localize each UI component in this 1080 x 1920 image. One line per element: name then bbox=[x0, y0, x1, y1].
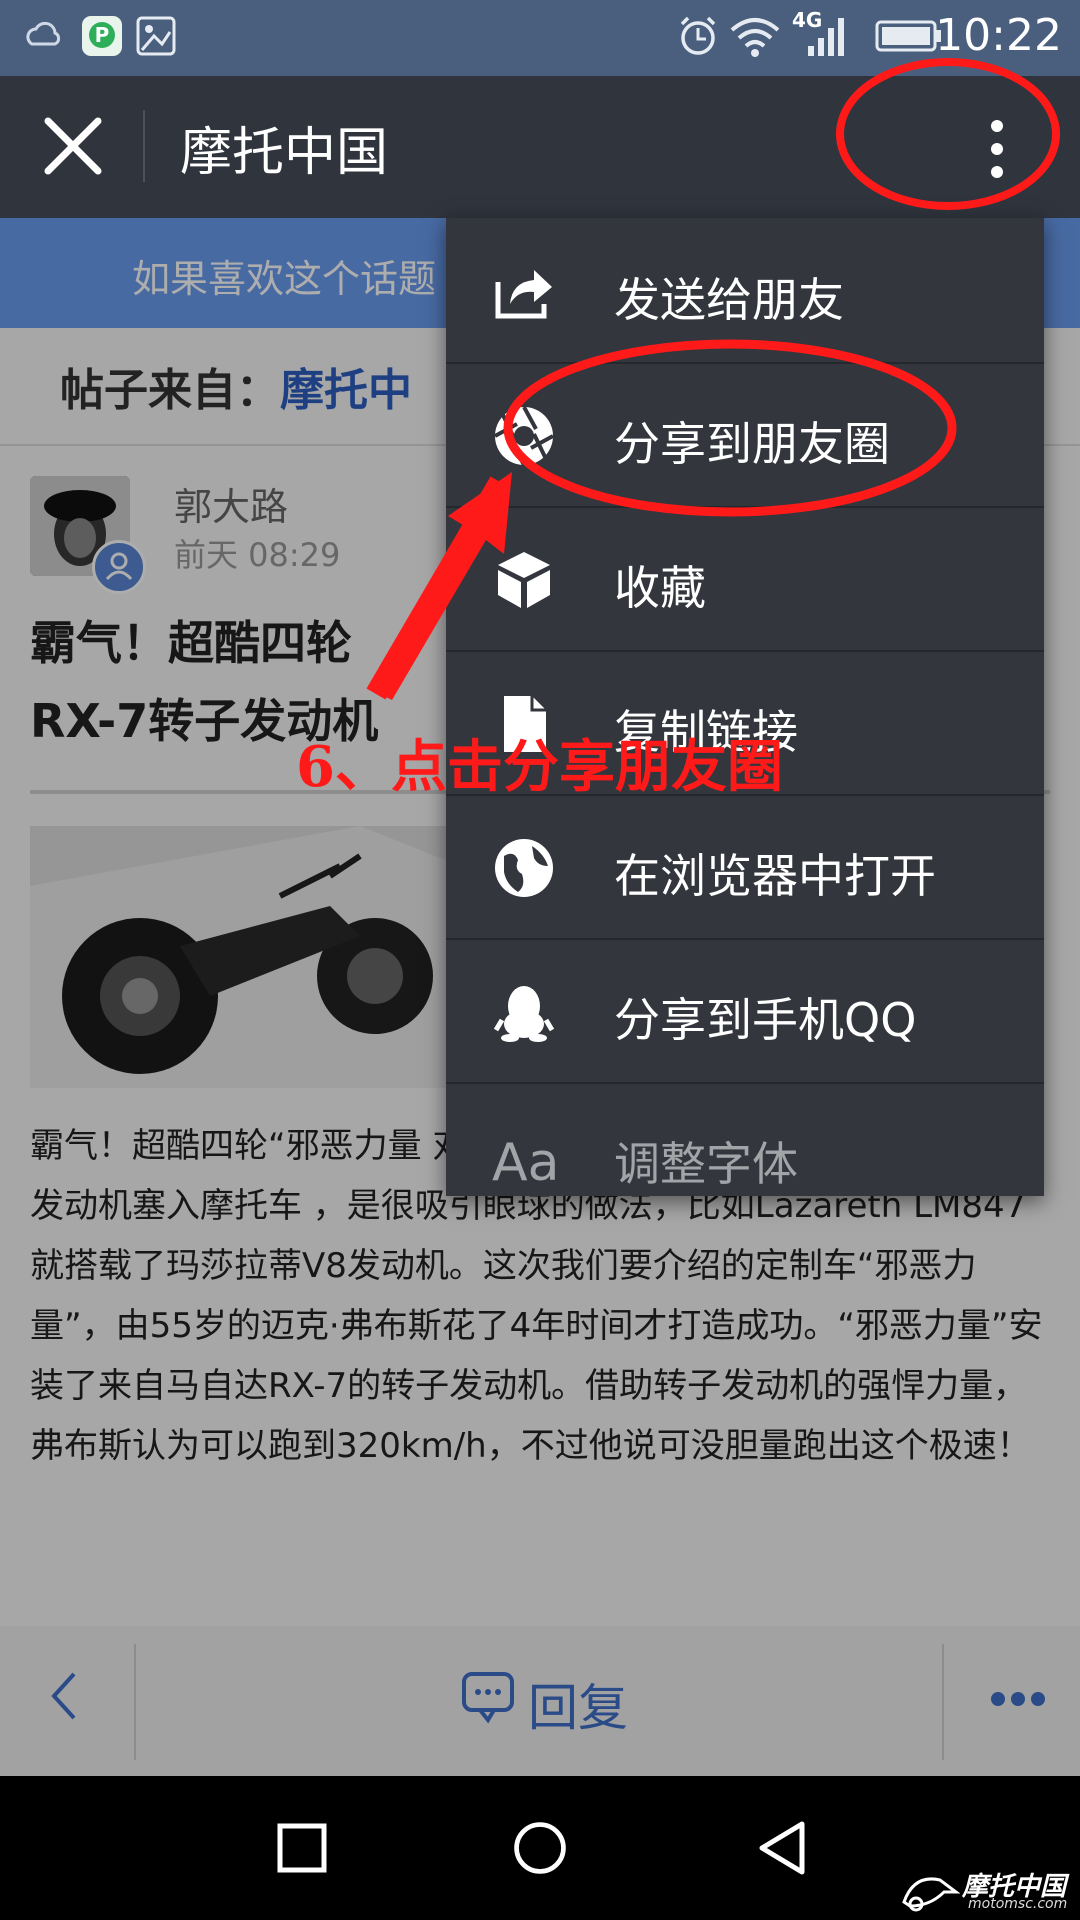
back-icon[interactable] bbox=[752, 1818, 812, 1878]
menu-item-favorite[interactable]: 收藏 bbox=[446, 506, 1044, 652]
svg-text:Aa: Aa bbox=[492, 1133, 559, 1188]
menu-item-send-to-friend[interactable]: 发送给朋友 bbox=[446, 218, 1044, 364]
menu-item-share-moments[interactable]: 分享到朋友圈 bbox=[446, 362, 1044, 508]
menu-item-label: 在浏览器中打开 bbox=[614, 849, 936, 903]
image-icon bbox=[136, 16, 176, 56]
qq-penguin-icon bbox=[493, 986, 555, 1042]
watermark-logo-icon bbox=[902, 1877, 960, 1912]
moments-shutter-icon bbox=[494, 406, 554, 466]
title-divider bbox=[143, 110, 145, 182]
signal-icon bbox=[808, 18, 844, 56]
menu-item-label: 收藏 bbox=[614, 561, 706, 615]
svg-text:P: P bbox=[95, 23, 110, 47]
home-icon[interactable] bbox=[508, 1818, 572, 1878]
status-time: 10:22 bbox=[935, 10, 1062, 61]
globe-icon bbox=[495, 839, 553, 897]
alarm-icon bbox=[680, 16, 716, 55]
annotation-text: 6、点击分享朋友圈 bbox=[296, 734, 783, 800]
close-icon[interactable] bbox=[40, 113, 106, 179]
share-forward-icon bbox=[495, 270, 552, 319]
share-menu: 发送给朋友 分享到朋友圈 收藏 复制链接 在浏览器中打开 分享到手机QQ Aa … bbox=[446, 218, 1044, 1196]
recent-apps-icon[interactable] bbox=[272, 1818, 332, 1878]
title-bar bbox=[0, 76, 1080, 218]
menu-item-label: 分享到朋友圈 bbox=[614, 417, 890, 471]
battery-icon bbox=[875, 20, 941, 52]
more-menu-icon[interactable] bbox=[974, 118, 1020, 180]
watermark-url: motomsc.com bbox=[968, 1896, 1068, 1912]
menu-item-open-browser[interactable]: 在浏览器中打开 bbox=[446, 794, 1044, 940]
font-aa-icon: Aa bbox=[492, 1133, 559, 1188]
menu-item-share-qq[interactable]: 分享到手机QQ bbox=[446, 938, 1044, 1084]
menu-item-label: 调整字体 bbox=[614, 1137, 798, 1191]
cube-favorite-icon bbox=[498, 552, 550, 608]
menu-item-font-size[interactable]: Aa 调整字体 bbox=[446, 1082, 1044, 1196]
weather-icon bbox=[26, 21, 61, 46]
menu-item-label: 发送给朋友 bbox=[614, 273, 844, 327]
menu-item-label: 分享到手机QQ bbox=[614, 993, 917, 1047]
app-p-icon: P bbox=[82, 16, 122, 56]
page-title: 摩托中国 bbox=[180, 123, 389, 183]
wifi-icon bbox=[730, 18, 780, 57]
